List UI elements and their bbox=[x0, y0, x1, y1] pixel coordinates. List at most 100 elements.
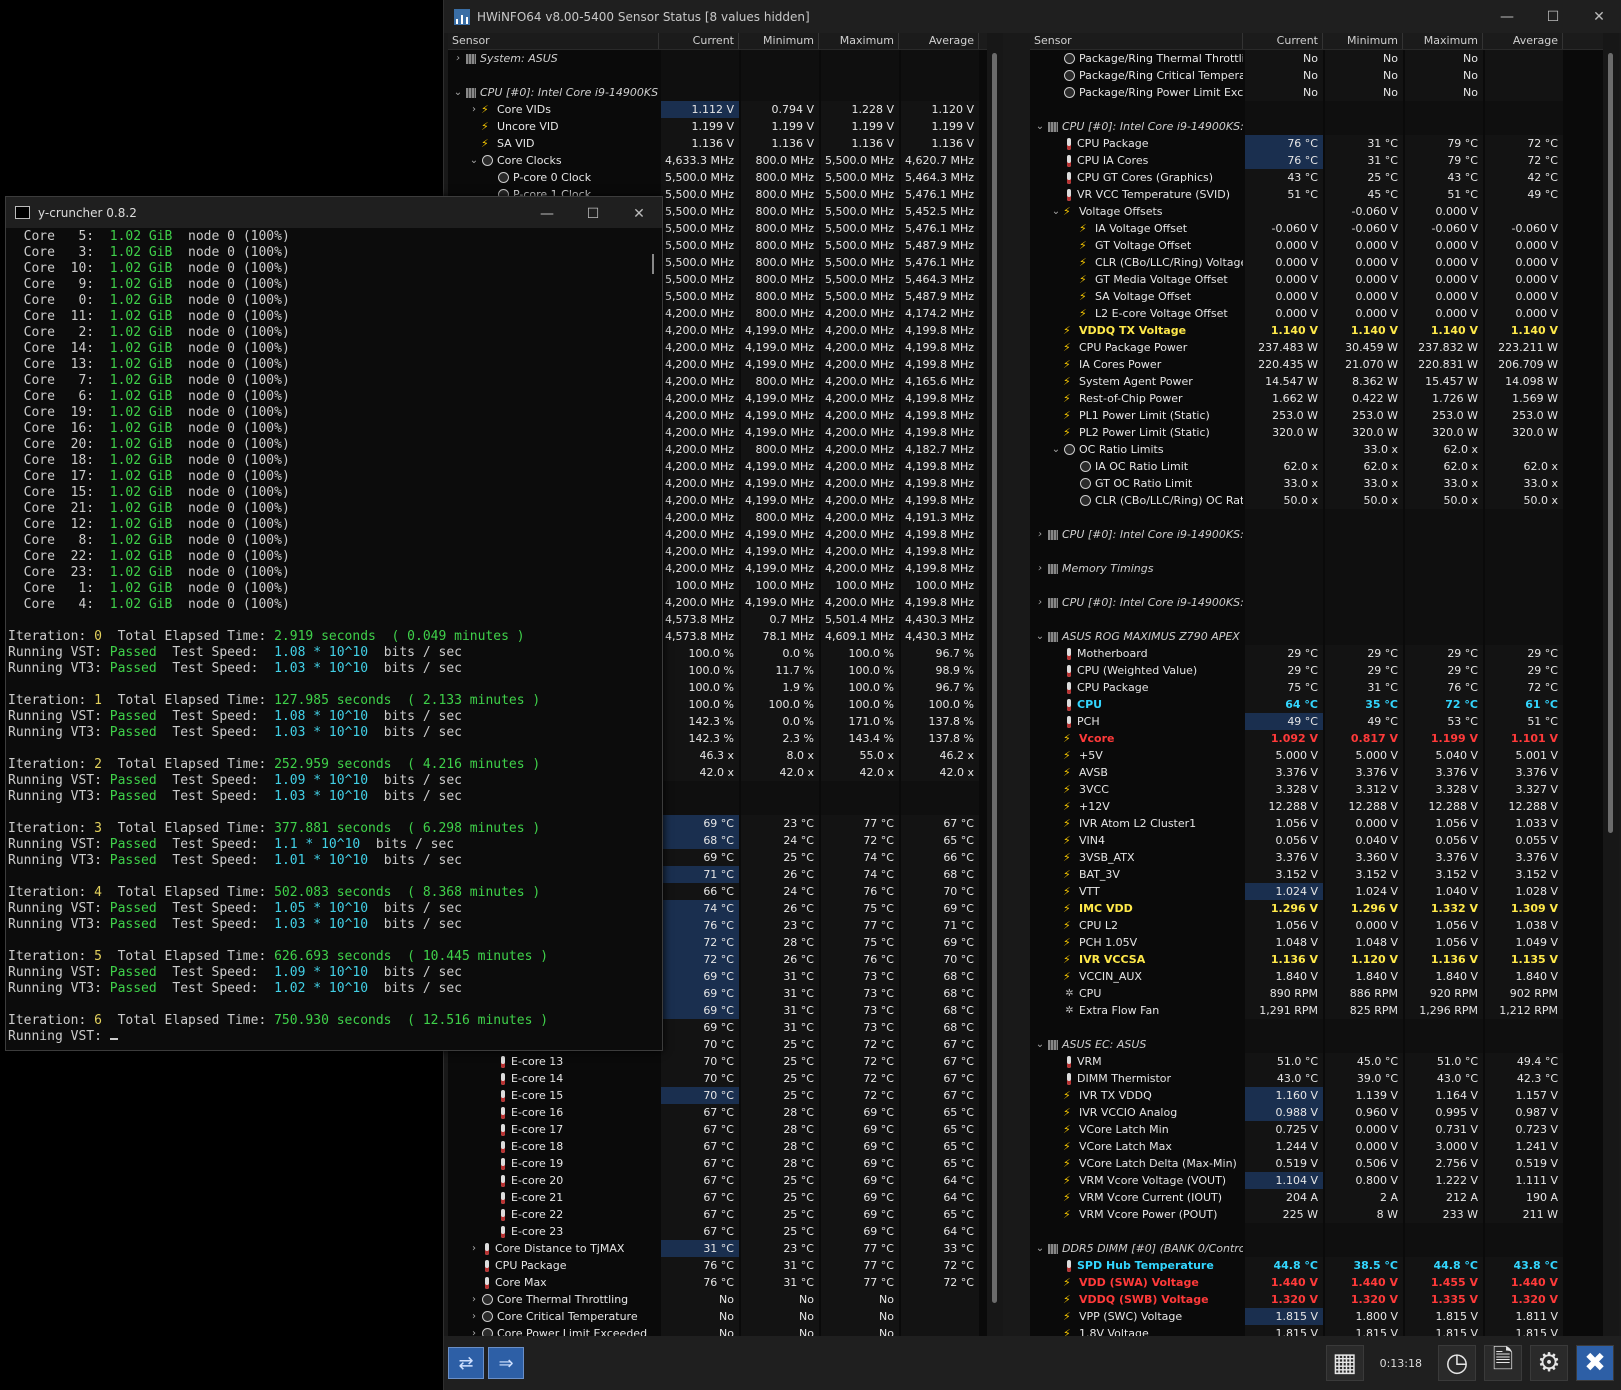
expand-toggle-icon[interactable]: ⌄ bbox=[1034, 1036, 1046, 1053]
sensor-group-row[interactable]: › System: ASUS bbox=[448, 50, 987, 67]
sensor-row[interactable]: 3VCC3.328 V3.312 V3.328 V3.327 V bbox=[1030, 781, 1603, 798]
sensor-row[interactable]: E-core 17 67 °C 28 °C 69 °C 65 °C bbox=[448, 1121, 987, 1138]
collapse-columns-button[interactable]: ⇄ bbox=[448, 1347, 484, 1379]
sensor-row[interactable]: VCore Latch Min 0.725 V0.000 V0.731 V0.72… bbox=[1030, 1121, 1603, 1138]
sensor-row[interactable]: +5V5.000 V5.000 V5.040 V5.001 V bbox=[1030, 747, 1603, 764]
sensor-row[interactable]: VRM 51.0 °C 45.0 °C 51.0 °C 49.4 °C bbox=[1030, 1053, 1603, 1070]
sensor-row[interactable]: IA Cores Power 220.435 W21.070 W220.831 W… bbox=[1030, 356, 1603, 373]
sensor-row[interactable]: VCCIN_AUX1.840 V1.840 V1.840 V1.840 V bbox=[1030, 968, 1603, 985]
sensor-row[interactable]: VRM Vcore Power (POUT) 225 W8 W233 W211 W bbox=[1030, 1206, 1603, 1223]
sensor-row[interactable]: DIMM Thermistor 43.0 °C 39.0 °C 43.0 °C 42.3… bbox=[1030, 1070, 1603, 1087]
sensor-row[interactable]: › Core Critical Temperature No No No bbox=[448, 1308, 987, 1325]
col-minimum[interactable]: Minimum bbox=[739, 33, 819, 49]
sensor-row[interactable]: PL2 Power Limit (Static)320.0 W320.0 W32… bbox=[1030, 424, 1603, 441]
close-button[interactable]: ✕ bbox=[1576, 0, 1621, 33]
sensor-row[interactable]: VTT1.024 V1.024 V1.040 V1.028 V bbox=[1030, 883, 1603, 900]
sensor-row[interactable]: GT OC Ratio Limit 33.0 x 33.0 x 33.0 x 33.0 … bbox=[1030, 475, 1603, 492]
sensor-row[interactable]: E-core 13 70 °C 25 °C 72 °C 67 °C bbox=[448, 1053, 987, 1070]
sensor-group-row[interactable]: ⌄ ASUS EC: ASUS bbox=[1030, 1036, 1603, 1053]
sensor-row[interactable]: AVSB3.376 V3.376 V3.376 V3.376 V bbox=[1030, 764, 1603, 781]
sensor-row[interactable]: IA Voltage Offset-0.060 V-0.060 V-0.060 … bbox=[1030, 220, 1603, 237]
sensor-row[interactable]: ⌄ Core Clocks 4,633.3 MHz 800.0 MHz 5,500.0 … bbox=[448, 152, 987, 169]
sensor-row[interactable]: P-core 0 Clock 5,500.0 MHz 800.0 MHz 5,500.… bbox=[448, 169, 987, 186]
col-sensor-right[interactable]: Sensor bbox=[1030, 33, 1243, 49]
col-current[interactable]: Current bbox=[659, 33, 739, 49]
sensor-row[interactable]: BAT_3V3.152 V3.152 V3.152 V3.152 V bbox=[1030, 866, 1603, 883]
sensor-row[interactable]: Motherboard 29 °C 29 °C 29 °C 29 °C bbox=[1030, 645, 1603, 662]
sensor-group-row[interactable]: › CPU [#0]: Intel Core i9-14900KS: Perfor… bbox=[1030, 594, 1603, 611]
col-minimum-right[interactable]: Minimum bbox=[1323, 33, 1403, 49]
sensor-row[interactable]: VR VCC Temperature (SVID) 51 °C 45 °C 51 °C… bbox=[1030, 186, 1603, 203]
expand-toggle-icon[interactable]: › bbox=[1034, 560, 1046, 577]
yc-maximize-button[interactable]: ☐ bbox=[570, 197, 616, 230]
sensor-row[interactable]: Uncore VID1.199 V1.199 V1.199 V1.199 V bbox=[448, 118, 987, 135]
sensor-row[interactable]: 3VSB_ATX3.376 V3.360 V3.376 V3.376 V bbox=[1030, 849, 1603, 866]
expand-toggle-icon[interactable]: › bbox=[1034, 526, 1046, 543]
sensor-row[interactable]: CPU Package Power 237.483 W30.459 W237.83… bbox=[1030, 339, 1603, 356]
sensor-row[interactable]: › Core Distance to TjMAX 31 °C 23 °C 77 °C 33… bbox=[448, 1240, 987, 1257]
sensor-row[interactable]: IVR TX VDDQ 1.160 V1.139 V1.164 V1.157 V bbox=[1030, 1087, 1603, 1104]
console-output[interactable]: Core 5: 1.02 GiB node 0 (100%) Core 3: 1… bbox=[6, 228, 646, 1050]
sensor-row[interactable]: IVR Atom L2 Cluster1 1.056 V0.000 V1.056 … bbox=[1030, 815, 1603, 832]
sensor-row[interactable]: E-core 15 70 °C 25 °C 72 °C 67 °C bbox=[448, 1087, 987, 1104]
sensor-row[interactable]: CPU Package 76 °C 31 °C 79 °C 72 °C bbox=[1030, 135, 1603, 152]
sensor-row[interactable]: E-core 23 67 °C 25 °C 69 °C 64 °C bbox=[448, 1223, 987, 1240]
scrollbar-right[interactable] bbox=[1603, 33, 1619, 1336]
sensor-row[interactable]: VDDQ TX Voltage1.140 V1.140 V1.140 V1.14… bbox=[1030, 322, 1603, 339]
sensor-row[interactable]: VCore Latch Max 1.244 V0.000 V3.000 V1.24… bbox=[1030, 1138, 1603, 1155]
hwinfo-titlebar[interactable]: HWiNFO64 v8.00-5400 Sensor Status [8 val… bbox=[444, 0, 1621, 33]
expand-toggle-icon[interactable]: ⌄ bbox=[1034, 628, 1046, 645]
expand-toggle-icon[interactable]: ⌄ bbox=[468, 152, 480, 169]
sensor-row[interactable]: CLR (CBo/LLC/Ring) OC Ratio…50.0 x50.0 x… bbox=[1030, 492, 1603, 509]
sensor-row[interactable]: PCH 1.05V1.048 V1.048 V1.056 V1.049 V bbox=[1030, 934, 1603, 951]
sensor-row[interactable]: ⌄ OC Ratio Limits 33.0 x 62.0 x bbox=[1030, 441, 1603, 458]
yc-minimize-button[interactable]: — bbox=[524, 197, 570, 230]
sensor-row[interactable]: ✲ CPU 890 RPM 886 RPM 920 RPM 902 RPM bbox=[1030, 985, 1603, 1002]
yc-close-button[interactable]: ✕ bbox=[616, 197, 662, 230]
col-current-right[interactable]: Current bbox=[1243, 33, 1323, 49]
sensor-group-row[interactable]: › CPU [#0]: Intel Core i9-14900KS: C-Stat… bbox=[1030, 526, 1603, 543]
sensor-row[interactable]: SA Voltage Offset0.000 V0.000 V0.000 V0.… bbox=[1030, 288, 1603, 305]
sensor-group-row[interactable]: ⌄ DDR5 DIMM [#0] (BANK 0/Controller0-DIMM… bbox=[1030, 1240, 1603, 1257]
col-maximum[interactable]: Maximum bbox=[819, 33, 899, 49]
sensor-row[interactable]: VCore Latch Delta (Max-Min)0.519 V0.506 … bbox=[1030, 1155, 1603, 1172]
expand-toggle-icon[interactable]: › bbox=[468, 1291, 480, 1308]
col-average[interactable]: Average bbox=[899, 33, 979, 49]
sensor-row[interactable]: E-core 19 67 °C 28 °C 69 °C 65 °C bbox=[448, 1155, 987, 1172]
sensor-row[interactable]: E-core 16 67 °C 28 °C 69 °C 65 °C bbox=[448, 1104, 987, 1121]
sensor-row[interactable]: Vcore 1.092 V0.817 V1.199 V1.101 V bbox=[1030, 730, 1603, 747]
sensor-row[interactable]: E-core 14 70 °C 25 °C 72 °C 67 °C bbox=[448, 1070, 987, 1087]
expand-toggle-icon[interactable]: ⌄ bbox=[1050, 441, 1062, 458]
sensor-row[interactable]: CPU L21.056 V0.000 V1.056 V1.038 V bbox=[1030, 917, 1603, 934]
sensor-row[interactable]: GT Media Voltage Offset0.000 V0.000 V0.0… bbox=[1030, 271, 1603, 288]
sensor-row[interactable]: CLR (CBo/LLC/Ring) Voltage …0.000 V0.000… bbox=[1030, 254, 1603, 271]
maximize-button[interactable]: ☐ bbox=[1530, 0, 1576, 33]
sensor-row[interactable]: VDDQ (SWB) Voltage1.320 V1.320 V1.335 V1… bbox=[1030, 1291, 1603, 1308]
sensor-row[interactable]: › Core VIDs 1.112 V0.794 V1.228 V1.120 V bbox=[448, 101, 987, 118]
sensor-row[interactable]: CPU Package 76 °C 31 °C 77 °C 72 °C bbox=[448, 1257, 987, 1274]
col-maximum-right[interactable]: Maximum bbox=[1403, 33, 1483, 49]
sensor-row[interactable]: Package/Ring Thermal Throttling No No No bbox=[1030, 50, 1603, 67]
sensor-row[interactable]: +12V12.288 V12.288 V12.288 V12.288 V bbox=[1030, 798, 1603, 815]
expand-toggle-icon[interactable]: › bbox=[468, 101, 480, 118]
sensor-row[interactable]: E-core 20 67 °C 25 °C 69 °C 64 °C bbox=[448, 1172, 987, 1189]
sensor-row[interactable]: VRM Vcore Current (IOUT) 204 A2 A212 A190… bbox=[1030, 1189, 1603, 1206]
expand-toggle-icon[interactable]: › bbox=[468, 1308, 480, 1325]
expand-toggle-icon[interactable]: › bbox=[468, 1240, 480, 1257]
sensor-row[interactable]: ✲ Extra Flow Fan 1,291 RPM 825 RPM 1,296 RPM… bbox=[1030, 1002, 1603, 1019]
sensor-row[interactable]: CPU IA Cores 76 °C 31 °C 79 °C 72 °C bbox=[1030, 152, 1603, 169]
network-button[interactable]: ▦ bbox=[1325, 1345, 1364, 1381]
settings-button[interactable]: ⚙ bbox=[1530, 1345, 1568, 1381]
sensor-row[interactable]: Package/Ring Power Limit Excee…NoNoNo bbox=[1030, 84, 1603, 101]
timer-button[interactable]: ◷ bbox=[1438, 1345, 1476, 1381]
exit-button[interactable]: ✖ bbox=[1576, 1345, 1614, 1381]
sensor-row[interactable]: › Core Power Limit Exceeded No No No bbox=[448, 1325, 987, 1336]
expand-toggle-icon[interactable]: › bbox=[1034, 594, 1046, 611]
logging-button[interactable]: 🗎 bbox=[1484, 1345, 1522, 1381]
sensor-group-row[interactable]: ⌄ CPU [#0]: Intel Core i9-14900KS bbox=[448, 84, 987, 101]
col-sensor[interactable]: Sensor bbox=[448, 33, 659, 49]
sensor-row[interactable]: IVR VCCIO Analog 0.988 V0.960 V0.995 V0.9… bbox=[1030, 1104, 1603, 1121]
col-average-right[interactable]: Average bbox=[1483, 33, 1563, 49]
scrollbar-left[interactable] bbox=[987, 33, 1003, 1336]
sensor-row[interactable]: E-core 22 67 °C 25 °C 69 °C 65 °C bbox=[448, 1206, 987, 1223]
